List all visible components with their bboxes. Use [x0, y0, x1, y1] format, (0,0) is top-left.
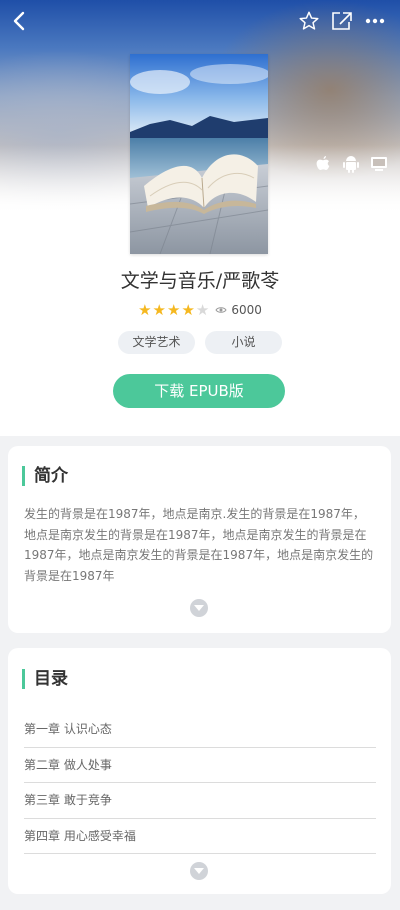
triangle-down-icon [194, 868, 204, 874]
more-button[interactable] [362, 8, 388, 34]
tag-chip[interactable]: 小说 [205, 331, 282, 354]
star-outline-icon [299, 11, 319, 30]
apple-icon [314, 154, 332, 174]
chapter-item[interactable]: 第三章 敢于竞争 [24, 783, 376, 819]
book-cover[interactable] [130, 54, 268, 254]
favorite-button[interactable] [296, 8, 322, 34]
expand-intro-button[interactable] [190, 599, 208, 617]
star-filled-icon: ★ [181, 301, 195, 319]
book-header: 文学与音乐/严歌苓 ★ ★ ★ ★ ★ 6000 文学艺术 小说 下载 EPUB版 [0, 0, 400, 436]
tag-list: 文学艺术 小说 [0, 331, 400, 354]
eye-icon [215, 306, 227, 314]
chapter-item[interactable]: 第一章 认识心态 [24, 712, 376, 748]
desktop-icon [370, 154, 388, 174]
intro-heading: 简介 [22, 466, 68, 486]
chevron-left-icon [13, 11, 25, 31]
star-filled-icon: ★ [152, 301, 166, 319]
intro-text: 发生的背景是在1987年，地点是南京.发生的背景是在1987年，地点是南京发生的… [24, 507, 374, 583]
tag-chip[interactable]: 文学艺术 [118, 331, 195, 354]
chapter-item[interactable]: 第四章 用心感受幸福 [24, 819, 376, 854]
android-icon [342, 154, 360, 174]
view-count-value: 6000 [231, 303, 262, 317]
rating-row: ★ ★ ★ ★ ★ 6000 [0, 302, 400, 318]
star-filled-icon: ★ [138, 301, 152, 319]
view-count: 6000 [215, 303, 262, 317]
download-epub-button[interactable]: 下载 EPUB版 [113, 374, 285, 408]
rating-stars: ★ ★ ★ ★ ★ [138, 302, 209, 318]
back-button[interactable] [6, 8, 32, 34]
star-filled-icon: ★ [167, 301, 181, 319]
chapter-list: 第一章 认识心态 第二章 做人处事 第三章 敢于竞争 第四章 用心感受幸福 [24, 712, 376, 854]
expand-toc-button[interactable] [190, 862, 208, 880]
star-empty-icon: ★ [195, 301, 210, 319]
more-dots-icon [365, 18, 385, 24]
toc-heading: 目录 [22, 669, 68, 689]
platform-icons [314, 154, 388, 174]
triangle-down-icon [194, 605, 204, 611]
share-icon [332, 12, 352, 30]
intro-card: 简介 发生的背景是在1987年，地点是南京.发生的背景是在1987年，地点是南京… [8, 446, 391, 633]
book-title: 文学与音乐/严歌苓 [120, 270, 280, 292]
toc-card: 目录 第一章 认识心态 第二章 做人处事 第三章 敢于竞争 第四章 用心感受幸福 [8, 648, 391, 894]
chapter-item[interactable]: 第二章 做人处事 [24, 748, 376, 783]
share-button[interactable] [329, 8, 355, 34]
